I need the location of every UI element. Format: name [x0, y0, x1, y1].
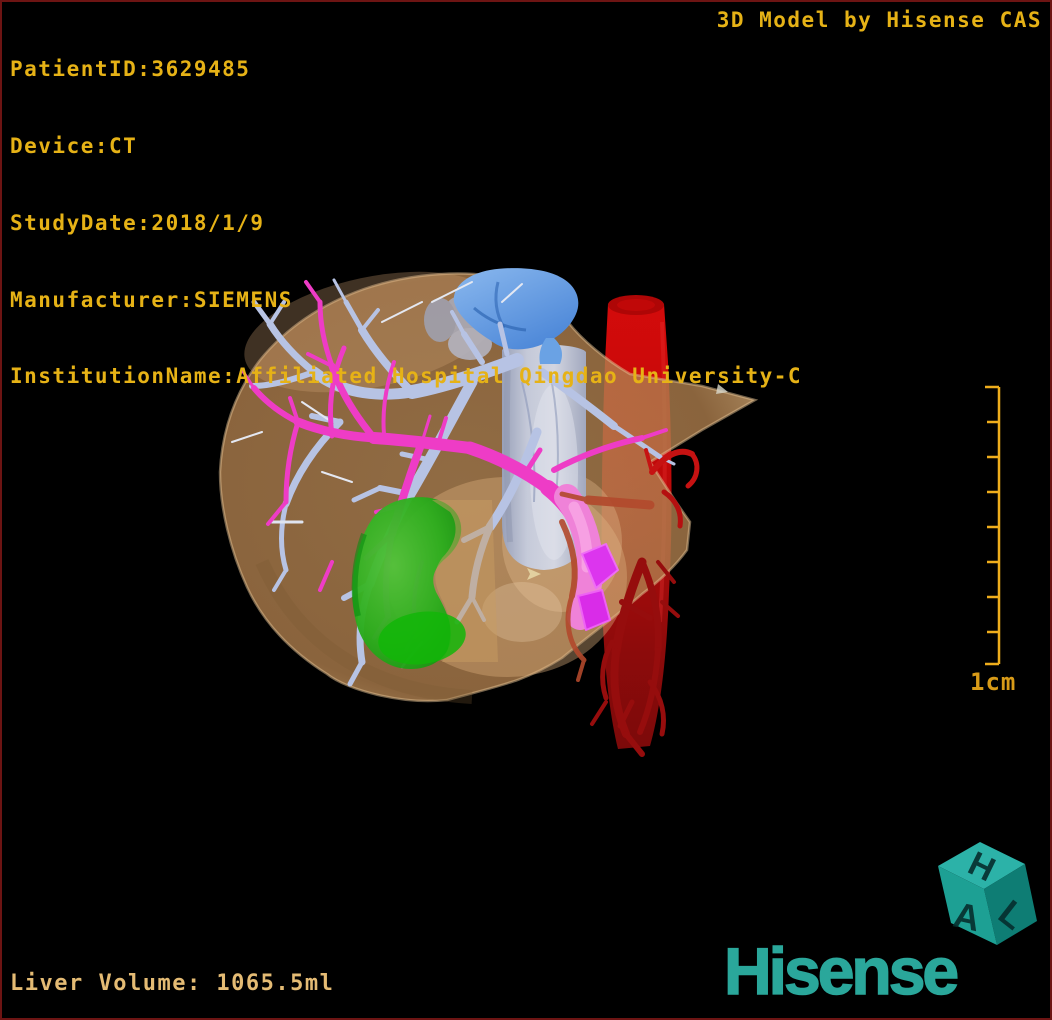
study-date: StudyDate:2018/1/9 — [10, 211, 802, 237]
viewer-canvas[interactable]: PatientID:3629485 Device:CT StudyDate:20… — [0, 0, 1052, 1020]
gallbladder[interactable] — [352, 497, 498, 670]
scale-ruler-label: 1cm — [970, 668, 1016, 696]
hisense-wordmark: Hisense — [724, 938, 1052, 1004]
model-title: 3D Model by Hisense CAS — [717, 8, 1042, 32]
patient-id: PatientID:3629485 — [10, 57, 802, 83]
liver-volume-label: Liver Volume: 1065.5ml — [10, 971, 334, 996]
manufacturer: Manufacturer:SIEMENS — [10, 288, 802, 314]
scale-ruler-ticks — [960, 382, 1020, 682]
device: Device:CT — [10, 134, 802, 160]
scale-ruler: 1cm — [960, 382, 1020, 702]
patient-info: PatientID:3629485 Device:CT StudyDate:20… — [10, 6, 802, 441]
institution-name: InstitutionName:Affiliated Hospital Qing… — [10, 364, 802, 390]
